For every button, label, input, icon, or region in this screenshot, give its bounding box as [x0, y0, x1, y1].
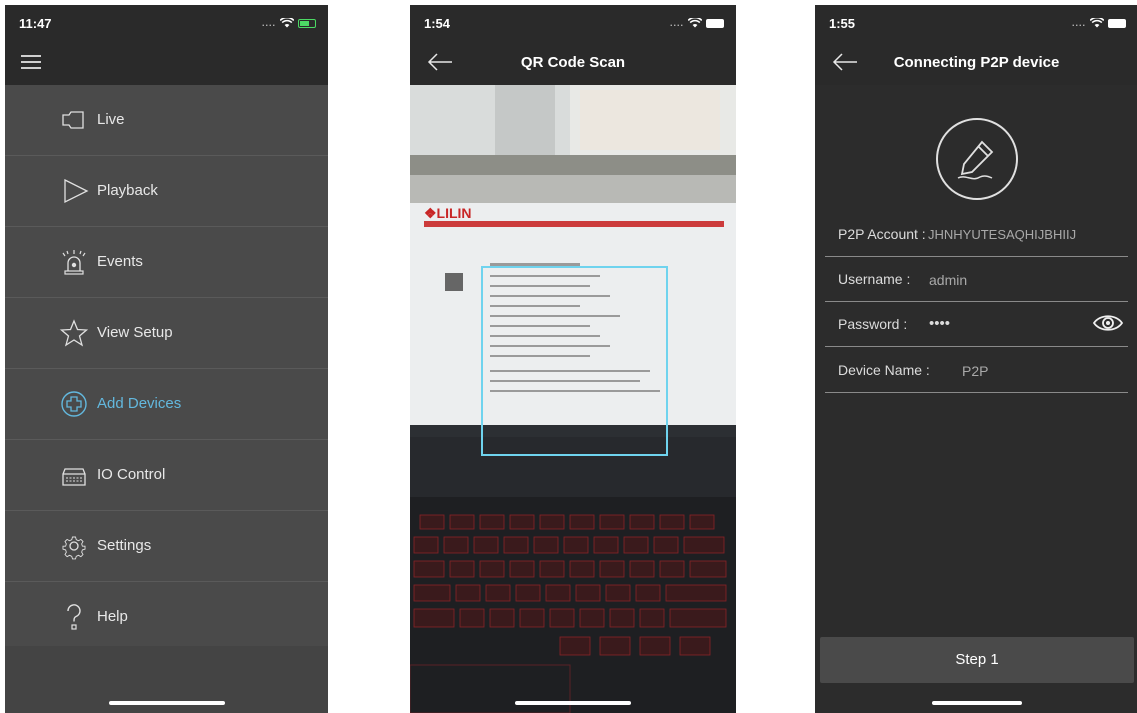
- menu-item-label: Add Devices: [97, 395, 182, 412]
- menu-screen: 11:47 .... Live Playback Events View Set…: [5, 5, 328, 713]
- menu-item-io-control[interactable]: IO Control: [5, 440, 328, 511]
- edit-pencil-icon: [936, 118, 1018, 200]
- wifi-icon: [688, 18, 702, 28]
- menu-item-label: View Setup: [97, 324, 173, 341]
- status-time: 1:54: [424, 16, 451, 31]
- camera-icon: [62, 111, 84, 129]
- menu-item-settings[interactable]: Settings: [5, 511, 328, 582]
- signal-icon: ....: [1071, 18, 1086, 28]
- home-indicator: [515, 701, 631, 705]
- status-bar: 11:47 ....: [5, 5, 328, 41]
- wifi-icon: [280, 18, 294, 28]
- menu-item-label: Settings: [97, 537, 152, 554]
- home-indicator: [931, 701, 1022, 705]
- username-row[interactable]: Username : admin: [825, 257, 1128, 302]
- connecting-p2p-screen: 1:55 .... Connecting P2P device P2P Acco…: [815, 5, 1137, 713]
- menu-item-label: IO Control: [97, 466, 166, 483]
- menu-item-playback[interactable]: Playback: [5, 156, 328, 227]
- username-label: Username :: [838, 271, 911, 287]
- io-control-icon: [62, 468, 86, 486]
- page-title: Connecting P2P device: [893, 54, 1060, 71]
- eye-icon[interactable]: [1092, 311, 1124, 335]
- menu-item-add-devices[interactable]: Add Devices: [5, 369, 328, 440]
- camera-preview: ❖LILIN: [410, 85, 736, 713]
- p2p-account-label: P2P Account :: [838, 226, 926, 242]
- battery-icon: [706, 18, 724, 28]
- menu-item-label: Playback: [97, 182, 158, 199]
- help-icon: [67, 604, 81, 630]
- password-row[interactable]: Password : ••••: [825, 302, 1128, 347]
- qr-scan-screen: 1:54 .... QR Code Scan ❖LILIN: [410, 5, 736, 713]
- menu-item-label: Live: [97, 111, 125, 128]
- play-icon: [64, 178, 89, 204]
- wifi-icon: [1090, 18, 1104, 28]
- username-field[interactable]: admin: [929, 272, 967, 288]
- battery-icon: [298, 18, 316, 28]
- status-bar: 1:55 ....: [815, 5, 1137, 41]
- nav-bar: Connecting P2P device: [815, 41, 1137, 85]
- p2p-account-row: P2P Account : JHNHYUTESAQHIJBHIIJ: [825, 212, 1128, 257]
- device-name-row[interactable]: Device Name : P2P: [825, 348, 1128, 393]
- step-1-button[interactable]: Step 1: [820, 637, 1134, 683]
- home-indicator: [108, 701, 225, 705]
- star-icon: [59, 319, 89, 347]
- signal-icon: ....: [261, 18, 276, 28]
- side-menu: Live Playback Events View Setup Add Devi…: [5, 85, 328, 653]
- hamburger-menu-icon[interactable]: [21, 55, 41, 69]
- nav-bar: QR Code Scan: [410, 41, 736, 85]
- gear-icon: [62, 536, 86, 560]
- password-field[interactable]: ••••: [929, 315, 950, 332]
- device-name-label: Device Name :: [838, 362, 930, 378]
- menu-item-label: Events: [97, 253, 143, 270]
- menu-item-view-setup[interactable]: View Setup: [5, 298, 328, 369]
- menu-item-help[interactable]: Help: [5, 582, 328, 653]
- device-name-field[interactable]: P2P: [962, 363, 988, 379]
- menu-item-label: Help: [97, 608, 128, 625]
- qr-scan-frame: [481, 266, 668, 456]
- svg-text:❖LILIN: ❖LILIN: [424, 205, 472, 221]
- password-label: Password :: [838, 316, 908, 332]
- battery-icon: [1108, 18, 1126, 28]
- status-bar: 1:54 ....: [410, 5, 736, 41]
- signal-icon: ....: [669, 18, 684, 28]
- add-circle-icon: [61, 391, 87, 417]
- page-title: QR Code Scan: [520, 54, 626, 71]
- menu-item-live[interactable]: Live: [5, 85, 328, 156]
- alarm-icon: [62, 250, 86, 275]
- nav-bar: [5, 41, 328, 85]
- status-time: 1:55: [829, 16, 856, 31]
- menu-item-events[interactable]: Events: [5, 227, 328, 298]
- status-time: 11:47: [19, 16, 52, 31]
- p2p-account-value: JHNHYUTESAQHIJBHIIJ: [928, 227, 1077, 242]
